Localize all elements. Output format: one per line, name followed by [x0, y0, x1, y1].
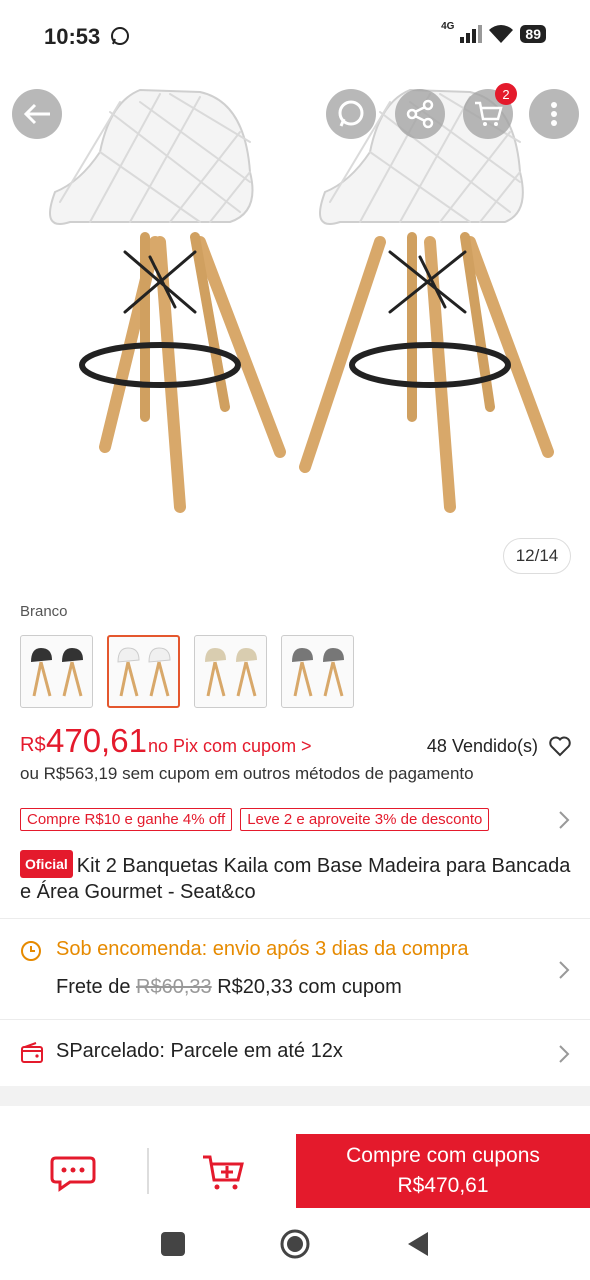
product-title: Oficial Kit 2 Banquetas Kaila com Base Ma… — [20, 850, 572, 905]
wifi-icon — [489, 25, 514, 43]
shipping-status: Sob encomenda: envio após 3 dias da comp… — [56, 938, 469, 960]
product-image-gallery[interactable]: 2 — [0, 72, 590, 592]
swatch-black-thumbnail — [30, 647, 83, 696]
chevron-right-icon[interactable] — [556, 808, 572, 832]
swatch-white[interactable] — [107, 635, 180, 708]
installments-label: SParcelado: Parcele em até 12x — [56, 1040, 343, 1062]
shipping-fee: Frete de R$60,33 R$20,33 com cupom — [56, 976, 402, 999]
sold-count: 48 Vendido(s) — [426, 736, 538, 756]
back-triangle-icon[interactable] — [406, 1230, 430, 1258]
divider — [147, 1148, 149, 1194]
arrow-left-icon — [23, 103, 50, 125]
chair-right — [299, 88, 554, 513]
swatch-black[interactable] — [20, 635, 93, 708]
more-options-button[interactable] — [529, 89, 579, 139]
chevron-right-icon — [559, 1045, 570, 1063]
cart-count-badge: 2 — [495, 83, 517, 105]
back-button[interactable] — [12, 89, 62, 139]
promo-tag[interactable]: Compre R$10 e ganhe 4% off — [20, 808, 233, 831]
status-time: 10:53 — [44, 24, 101, 49]
buy-button-price: R$470,61 — [397, 1174, 489, 1197]
shipping-info[interactable]: Sob encomenda: envio após 3 dias da comp… — [0, 920, 590, 1018]
variant-swatches — [20, 635, 354, 708]
battery-indicator: 89 — [520, 25, 546, 43]
cart-button[interactable]: 2 — [463, 83, 517, 139]
heart-icon[interactable] — [548, 734, 572, 758]
chevron-right-icon — [559, 961, 570, 979]
buy-button-label: Compre com cupons — [346, 1144, 540, 1167]
product-title-text: Kit 2 Banquetas Kaila com Base Madeira p… — [20, 855, 571, 903]
installments-row[interactable]: SParcelado: Parcele em até 12x — [0, 1020, 590, 1086]
swatch-white-thumbnail — [116, 646, 171, 696]
section-separator — [0, 1086, 590, 1106]
price-row: R$ 470,61 no Pix com cupom > 48 Vendido(… — [20, 722, 572, 762]
chat-icon[interactable] — [50, 1152, 96, 1192]
clock-icon — [21, 941, 41, 961]
promo-tag[interactable]: Leve 2 e aproveite 3% de desconto — [240, 808, 490, 831]
network-type: 4G — [441, 20, 455, 32]
recent-apps-button[interactable] — [161, 1232, 185, 1256]
divider — [0, 918, 590, 919]
chair-left — [49, 88, 286, 513]
promo-tags[interactable]: Compre R$10 e ganhe 4% off Leve 2 e apro… — [20, 808, 490, 831]
pix-coupon-link[interactable]: no Pix com cupom > — [148, 736, 312, 757]
whatsapp-notification-icon — [111, 27, 129, 45]
signal-icon — [460, 25, 483, 43]
whatsapp-share-button[interactable] — [326, 89, 376, 139]
official-badge: Oficial — [20, 850, 73, 878]
share-button[interactable] — [395, 89, 445, 139]
share-icon — [406, 99, 434, 129]
whatsapp-icon — [338, 100, 364, 127]
alternate-price: ou R$563,19 sem cupom em outros métodos … — [20, 764, 474, 783]
shipping-old-price: R$60,33 — [136, 976, 212, 998]
swatch-gray-thumbnail — [291, 647, 344, 696]
shipping-new-price: R$20,33 com cupom — [217, 976, 402, 998]
swatch-beige[interactable] — [194, 635, 267, 708]
bottom-action-bar: Compre com cupons R$470,61 — [0, 1132, 590, 1208]
price-currency: R$ — [20, 734, 46, 756]
status-bar: 10:53 4G 89 — [0, 0, 590, 72]
cart-icon — [475, 101, 503, 126]
buy-with-coupons-button[interactable]: Compre com cupons R$470,61 — [296, 1134, 590, 1208]
variant-label: Branco — [20, 603, 68, 620]
system-nav-bar — [0, 1212, 590, 1280]
image-counter: 12/14 — [503, 538, 571, 574]
add-to-cart-icon[interactable] — [200, 1152, 246, 1192]
home-button[interactable] — [279, 1228, 311, 1260]
status-indicators: 4G 89 — [441, 20, 546, 44]
shipping-fee-prefix: Frete de — [56, 976, 131, 998]
swatch-gray[interactable] — [281, 635, 354, 708]
wallet-icon — [21, 1042, 43, 1063]
price-value: 470,61 — [46, 722, 147, 759]
more-vertical-icon — [551, 102, 557, 126]
swatch-beige-thumbnail — [204, 647, 257, 696]
product-image — [49, 88, 554, 513]
